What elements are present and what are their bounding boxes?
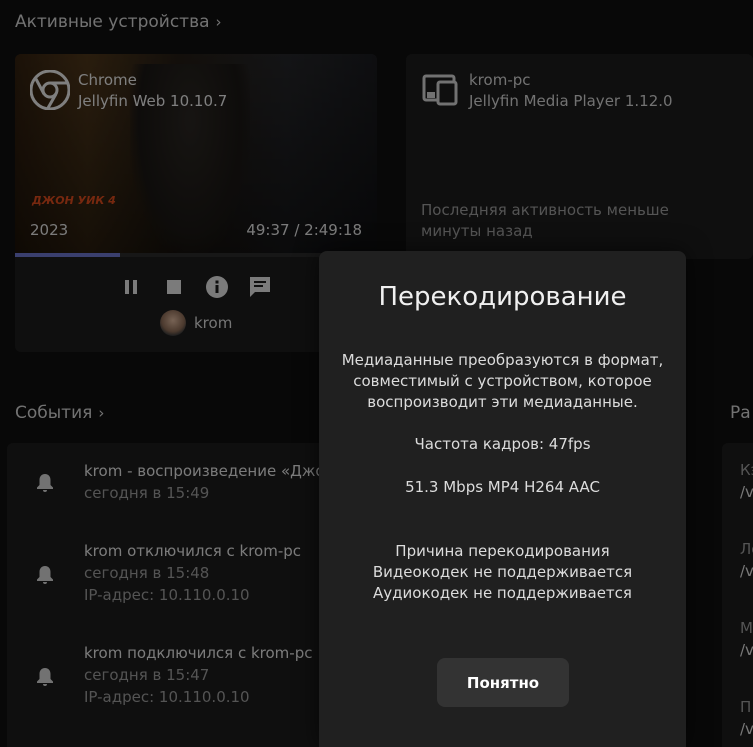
dialog-stream-info: 51.3 Mbps MP4 H264 AAC xyxy=(405,478,600,496)
dialog-reason-audio: Аудиокодек не поддерживается xyxy=(373,584,632,602)
transcoding-dialog: Перекодирование Медиаданные преобразуютс… xyxy=(319,251,686,747)
dialog-title: Перекодирование xyxy=(378,282,627,312)
dialog-reason-title: Причина перекодирования xyxy=(395,542,610,560)
ok-button[interactable]: Понятно xyxy=(437,658,569,707)
dialog-framerate: Частота кадров: 47fps xyxy=(414,435,591,453)
dialog-description: Медиаданные преобразуются в формат, совм… xyxy=(341,351,664,411)
dialog-reason-video: Видеокодек не поддерживается xyxy=(372,563,633,581)
